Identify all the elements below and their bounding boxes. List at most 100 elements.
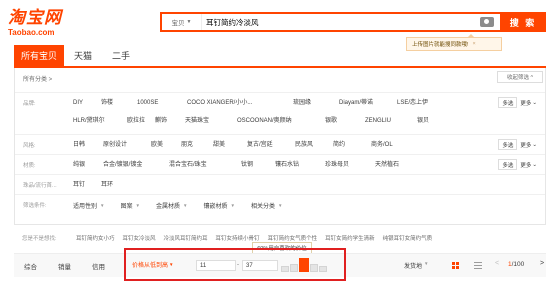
search-input[interactable]: 耳钉简约冷淡风 [202, 17, 480, 28]
more-label: 更多 [520, 100, 532, 107]
related-link[interactable]: 耳钉女简约学生清新 [325, 234, 375, 242]
material-list: 纯银 合金/镀银/镀金 混合宝石/珠宝 钛钢 镶石水钻 珍珠母贝 天然植石 [73, 155, 463, 174]
brand-item[interactable]: LSE/恋上伊 [397, 98, 447, 108]
multi-select-button[interactable]: 多选 [498, 159, 518, 170]
search-scope-select[interactable]: 宝贝 ▼ [162, 14, 202, 30]
category-item[interactable]: 耳钉 [73, 180, 101, 190]
filter-row-style: 风格: 日韩 原创设计 欧美 朋克 甜美 复古/宫廷 民族风 简约 商务/OL … [15, 134, 545, 154]
brand-item[interactable]: DIY [73, 98, 101, 108]
brand-item[interactable]: Diayam/蒂诺 [339, 98, 397, 108]
brand-item[interactable]: 银歌 [325, 116, 365, 126]
dropdown-label: 适用性别 [73, 203, 98, 210]
filter-label-material: 材质: [23, 163, 36, 169]
chevron-down-icon: ⌄ [532, 141, 537, 148]
brand-item[interactable]: 银贝 [417, 116, 447, 126]
related-link[interactable]: 冷淡风耳钉简约耳 [164, 234, 208, 242]
related-link[interactable]: 耳钉简约女小巧 [76, 234, 115, 242]
chevron-down-icon: ▼ [135, 202, 140, 208]
brand-list: DIY 饰楼 1000SE COCO XIANGER/小小... 琉园缘 Dia… [73, 93, 463, 134]
grid-view-icon[interactable] [452, 262, 459, 269]
taobao-logo[interactable]: 淘宝网 Taobao.com [8, 9, 88, 38]
ship-from-dropdown[interactable]: 发货地 ▼ [404, 261, 428, 270]
material-item[interactable]: 合金/镀银/镀金 [103, 160, 169, 170]
dropdown-label: 相关分类 [250, 203, 275, 210]
category-item[interactable]: 耳环 [101, 180, 129, 190]
sort-credit[interactable]: 信用 [92, 261, 114, 271]
style-row-actions: 多选 更多 ⌄ [498, 139, 537, 150]
related-label: 您是不是想找: [22, 236, 57, 242]
tip-text: 上传图片就能搜同款哦! [412, 42, 469, 48]
style-item[interactable]: 朋克 [181, 140, 213, 150]
dropdown-metal[interactable]: 金属材质 ▼ [156, 200, 187, 210]
category-breadcrumb[interactable]: 所有分类 > [23, 74, 52, 83]
dropdown-related-category[interactable]: 相关分类 ▼ [251, 200, 282, 210]
close-icon[interactable]: × [473, 41, 476, 47]
prev-page-button[interactable]: < [495, 260, 499, 267]
material-item[interactable]: 纯银 [73, 160, 103, 170]
chevron-down-icon: ▼ [186, 19, 192, 25]
camera-icon[interactable] [480, 17, 494, 27]
style-item[interactable]: 商务/OL [371, 140, 411, 150]
brand-item[interactable]: 1000SE [137, 98, 187, 108]
brand-item[interactable]: 饰楼 [101, 98, 137, 108]
filter-row-brand: 品牌: DIY 饰楼 1000SE COCO XIANGER/小小... 琉园缘… [15, 92, 545, 134]
tab-tmall[interactable]: 天猫 [64, 45, 102, 66]
style-item[interactable]: 日韩 [73, 140, 103, 150]
brand-item[interactable]: COCO XIANGER/小小... [187, 98, 293, 108]
filter-label-style: 风格: [23, 143, 36, 149]
material-item[interactable]: 混合宝石/珠宝 [169, 160, 241, 170]
related-link[interactable]: 耳钉女冷淡风 [123, 234, 156, 242]
search-tabs: 所有宝贝 天猫 二手 [14, 45, 140, 66]
material-item[interactable]: 钛钢 [241, 160, 275, 170]
list-view-icon[interactable] [474, 262, 482, 269]
material-row-actions: 多选 更多 ⌄ [498, 159, 537, 170]
filter-row-material: 材质: 纯银 合金/镀银/镀金 混合宝石/珠宝 钛钢 镶石水钻 珍珠母贝 天然植… [15, 154, 545, 174]
chevron-down-icon: ▼ [230, 202, 235, 208]
collapse-filters-button[interactable]: 收起筛选 ^ [497, 71, 543, 83]
related-link[interactable]: 纯银耳钉女简约气质 [383, 234, 433, 242]
next-page-button[interactable]: > [540, 260, 544, 267]
style-item[interactable]: 简约 [333, 140, 371, 150]
brand-item[interactable]: OSCOONAN/奥颜纳 [237, 116, 325, 126]
chevron-down-icon: ⌄ [532, 161, 537, 168]
brand-item[interactable]: ZENGLIU [365, 116, 417, 126]
brand-row-actions: 多选 更多 ⌄ [498, 97, 537, 108]
chevron-down-icon: ▼ [424, 261, 429, 266]
brand-item[interactable]: HLR/黛琪尔 [73, 116, 127, 126]
style-item[interactable]: 复古/宫廷 [247, 140, 295, 150]
more-button[interactable]: 更多 ⌄ [520, 97, 537, 108]
filter-label-category: 珠品/流行首... [23, 183, 57, 189]
more-button[interactable]: 更多 ⌄ [520, 139, 537, 150]
dropdown-gender[interactable]: 适用性别 ▼ [73, 200, 104, 210]
multi-select-button[interactable]: 多选 [498, 139, 518, 150]
related-link[interactable]: 耳钉女持续小骨钉 [216, 234, 260, 242]
category-list: 耳钉 耳环 [73, 175, 545, 194]
material-item[interactable]: 天然植石 [375, 160, 423, 170]
chevron-down-icon: ▼ [277, 202, 283, 208]
style-item[interactable]: 甜美 [213, 140, 247, 150]
filter-panel: 所有分类 > 收起筛选 ^ 品牌: DIY 饰楼 1000SE COCO XIA… [14, 68, 546, 225]
related-link[interactable]: 耳钉简约女气质个性 [268, 234, 318, 242]
tab-all-items[interactable]: 所有宝贝 [14, 45, 64, 66]
brand-item[interactable]: 琉园缘 [293, 98, 339, 108]
style-item[interactable]: 民族风 [295, 140, 333, 150]
dropdown-label: 金属材质 [155, 203, 180, 210]
search-box: 宝贝 ▼ 耳钉简约冷淡风 [160, 12, 500, 32]
more-button[interactable]: 更多 ⌄ [520, 159, 537, 170]
dropdown-inlay[interactable]: 镶嵌材质 ▼ [203, 200, 234, 210]
search-button[interactable]: 搜 索 [500, 12, 546, 32]
brand-item[interactable]: 麒饰 [155, 116, 185, 126]
tab-second-hand[interactable]: 二手 [102, 45, 140, 66]
filter-row-more: 筛选条件: 适用性别 ▼ 图案 ▼ 金属材质 ▼ 镶嵌材质 ▼ 相关分类 ▼ [15, 194, 545, 216]
brand-item[interactable]: 欧拉拉 [127, 116, 155, 126]
page-indicator: 1/100 [508, 261, 524, 268]
brand-item[interactable]: 天猫珠宝 [185, 116, 237, 126]
style-item[interactable]: 欧美 [151, 140, 181, 150]
sort-sales[interactable]: 销量 [58, 261, 80, 271]
material-item[interactable]: 珍珠母贝 [325, 160, 375, 170]
style-item[interactable]: 原创设计 [103, 140, 151, 150]
multi-select-button[interactable]: 多选 [498, 97, 518, 108]
sort-default[interactable]: 综合 [24, 261, 46, 271]
dropdown-pattern[interactable]: 图案 ▼ [120, 200, 139, 210]
material-item[interactable]: 镶石水钻 [275, 160, 325, 170]
